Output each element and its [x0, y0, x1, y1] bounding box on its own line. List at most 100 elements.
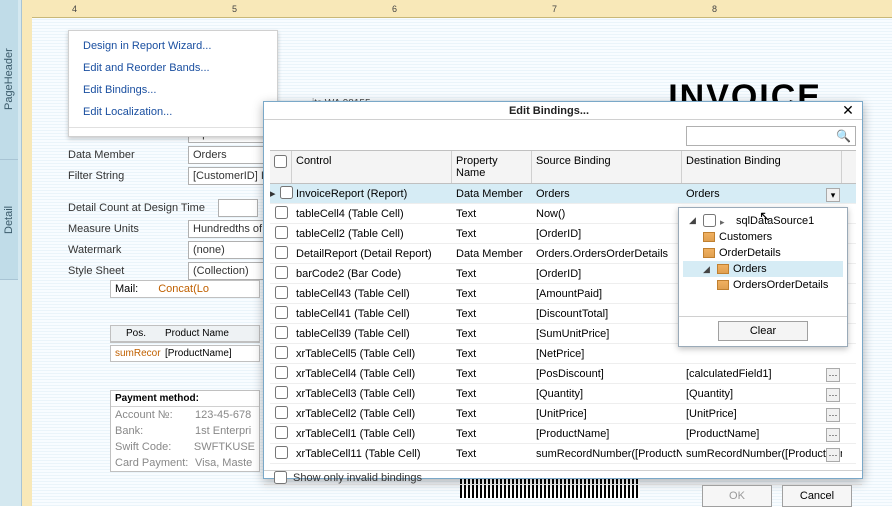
row-checkbox[interactable]: [275, 326, 288, 339]
row-checkbox[interactable]: [275, 246, 288, 259]
ruler-tick: 5: [232, 4, 237, 14]
binding-row[interactable]: xrTableCell11 (Table Cell)TextsumRecordN…: [270, 444, 856, 464]
tree-label: Customers: [719, 231, 772, 243]
payment-label: Swift Code:: [115, 441, 194, 453]
cell-property: Text: [452, 206, 532, 222]
cell-property: Text: [452, 366, 532, 382]
binding-row[interactable]: xrTableCell4 (Table Cell)Text[PosDiscoun…: [270, 364, 856, 384]
cell-source: [ProductName]: [532, 426, 682, 442]
table-header: Control Property Name Source Binding Des…: [270, 151, 856, 184]
ok-button[interactable]: OK: [702, 485, 772, 507]
binding-row[interactable]: xrTableCell2 (Table Cell)Text[UnitPrice]…: [270, 404, 856, 424]
table-data-row[interactable]: sumRecor [ProductName]: [110, 345, 260, 362]
row-checkbox[interactable]: [275, 306, 288, 319]
menu-edit-bands[interactable]: Edit and Reorder Bands...: [69, 57, 277, 79]
ruler-tick: 4: [72, 4, 77, 14]
menu-edit-bindings[interactable]: Edit Bindings...: [69, 79, 277, 101]
cell-property: Text: [452, 406, 532, 422]
row-checkbox[interactable]: [275, 286, 288, 299]
row-checkbox[interactable]: [275, 406, 288, 419]
property-grid: Data SourcesqlDataSource1 Data MemberOrd…: [68, 125, 278, 283]
clear-button[interactable]: Clear: [718, 321, 808, 341]
cell-destination[interactable]: [682, 352, 842, 356]
search-input[interactable]: [691, 130, 836, 142]
tree-node-orders[interactable]: ◢Orders↖: [683, 261, 843, 277]
dropdown-button[interactable]: ▾: [826, 188, 840, 202]
tree-body[interactable]: ◢ sqlDataSource1 Customers OrderDetails …: [679, 208, 847, 316]
prop-label: Data Member: [68, 147, 188, 163]
cell-control: tableCell2 (Table Cell): [292, 226, 452, 242]
ruler-tick: 7: [552, 4, 557, 14]
cell-source: sumRecordNumber([ProductName]): [532, 446, 682, 462]
cell-destination[interactable]: [UnitPrice]···: [682, 406, 842, 422]
cell-source: [Quantity]: [532, 386, 682, 402]
col-pos: Pos.: [111, 326, 161, 342]
col-source[interactable]: Source Binding: [532, 151, 682, 183]
tab-detail[interactable]: Detail: [0, 160, 18, 280]
search-icon[interactable]: 🔍: [836, 129, 851, 143]
cancel-button[interactable]: Cancel: [782, 485, 852, 507]
payment-value: 1st Enterpri: [195, 425, 251, 437]
table-header-row[interactable]: Pos. Product Name: [110, 325, 260, 343]
row-checkbox[interactable]: [275, 266, 288, 279]
row-checkbox[interactable]: [275, 366, 288, 379]
dialog-titlebar[interactable]: Edit Bindings... ✕: [264, 102, 862, 120]
cell-source: [PosDiscount]: [532, 366, 682, 382]
mail-label: Mail:: [115, 283, 138, 295]
binding-row[interactable]: xrTableCell1 (Table Cell)Text[ProductNam…: [270, 424, 856, 444]
dialog-title: Edit Bindings...: [264, 105, 834, 117]
cell-destination[interactable]: [ProductName]···: [682, 426, 842, 442]
row-checkbox[interactable]: [275, 386, 288, 399]
col-destination[interactable]: Destination Binding: [682, 151, 842, 183]
row-checkbox[interactable]: [275, 446, 288, 459]
col-product-name: Product Name: [161, 326, 259, 342]
prop-label: Style Sheet: [68, 263, 188, 279]
menu-edit-localization[interactable]: Edit Localization...: [69, 101, 277, 123]
payment-value: 123-45-678: [195, 409, 251, 421]
expand-icon[interactable]: ◢: [703, 264, 713, 275]
cell-source: [SumUnitPrice]: [532, 326, 682, 342]
row-checkbox[interactable]: [275, 226, 288, 239]
row-checkbox[interactable]: [275, 426, 288, 439]
tree-node-orderdetails[interactable]: OrderDetails: [683, 245, 843, 261]
binding-row[interactable]: xrTableCell5 (Table Cell)Text[NetPrice]: [270, 344, 856, 364]
binding-row[interactable]: xrTableCell3 (Table Cell)Text[Quantity][…: [270, 384, 856, 404]
cell-property: Text: [452, 306, 532, 322]
row-checkbox[interactable]: [275, 206, 288, 219]
cell-control: tableCell43 (Table Cell): [292, 286, 452, 302]
tree-label: Orders: [733, 263, 767, 275]
select-all-checkbox[interactable]: [274, 155, 287, 168]
tree-node-customers[interactable]: Customers: [683, 229, 843, 245]
ellipsis-button[interactable]: ···: [826, 448, 840, 462]
cell-destination[interactable]: Orders▾: [682, 186, 842, 202]
ellipsis-button[interactable]: ···: [826, 408, 840, 422]
cell-control: tableCell41 (Table Cell): [292, 306, 452, 322]
ellipsis-button[interactable]: ···: [826, 368, 840, 382]
ellipsis-button[interactable]: ···: [826, 388, 840, 402]
expand-icon[interactable]: ◢: [689, 215, 699, 226]
payment-label: Account №:: [115, 409, 195, 421]
cell-destination[interactable]: [calculatedField1]···: [682, 366, 842, 382]
destination-tree-popup: ◢ sqlDataSource1 Customers OrderDetails …: [678, 207, 848, 347]
show-invalid-checkbox[interactable]: [274, 471, 287, 484]
col-control[interactable]: Control: [292, 151, 452, 183]
tab-page-header[interactable]: PageHeader: [0, 0, 18, 160]
ellipsis-button[interactable]: ···: [826, 428, 840, 442]
cell-control: xrTableCell11 (Table Cell): [292, 446, 452, 462]
col-property[interactable]: Property Name: [452, 151, 532, 183]
tree-node-ordersorderdetails[interactable]: OrdersOrderDetails: [683, 277, 843, 293]
tree-checkbox[interactable]: [703, 214, 716, 227]
bindings-table: Control Property Name Source Binding Des…: [270, 150, 856, 464]
prop-value-detailcount[interactable]: [218, 199, 258, 217]
cell-property: Text: [452, 386, 532, 402]
cell-destination[interactable]: sumRecordNumber([ProductName···: [682, 446, 842, 462]
binding-row[interactable]: ▸InvoiceReport (Report)Data MemberOrders…: [270, 184, 856, 204]
search-box[interactable]: 🔍: [686, 126, 856, 146]
close-icon[interactable]: ✕: [834, 102, 862, 119]
cell-property: Text: [452, 426, 532, 442]
cell-source: [NetPrice]: [532, 346, 682, 362]
menu-design-wizard[interactable]: Design in Report Wizard...: [69, 35, 277, 57]
cell-destination[interactable]: [Quantity]···: [682, 386, 842, 402]
payment-block[interactable]: Payment method: Account №:123-45-678 Ban…: [110, 390, 260, 472]
row-checkbox[interactable]: [275, 346, 288, 359]
